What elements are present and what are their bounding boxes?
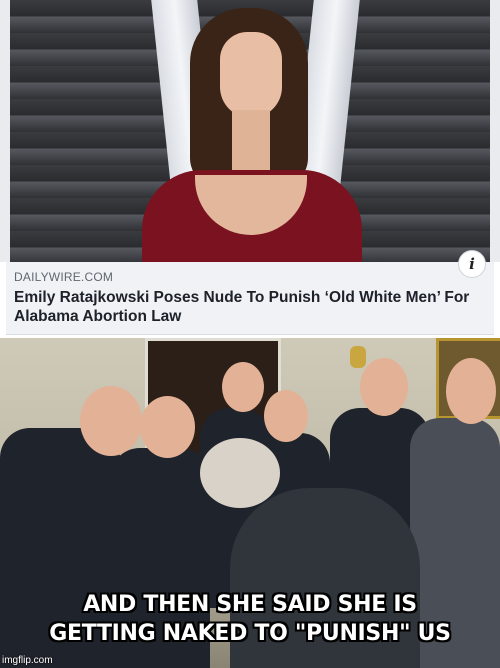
link-source-domain: DAILYWIRE.COM	[14, 270, 114, 284]
man-head	[446, 358, 496, 424]
man-head	[222, 362, 264, 412]
man-head	[360, 358, 408, 416]
meme-caption-line-2: GETTING NAKED TO "PUNISH" US	[49, 621, 451, 646]
imgflip-watermark: imgflip.com	[2, 655, 53, 666]
man-head	[264, 390, 308, 442]
meme-caption-line-1: AND THEN SHE SAID SHE IS	[83, 592, 417, 617]
man-head	[140, 396, 195, 458]
photo-border-left	[0, 0, 10, 262]
link-preview-card[interactable]: DAILYWIRE.COM Emily Ratajkowski Poses Nu…	[6, 262, 494, 335]
info-icon[interactable]: i	[458, 250, 486, 278]
meme-caption: AND THEN SHE SAID SHE IS GETTING NAKED T…	[20, 590, 480, 648]
wall-sconce	[350, 346, 366, 368]
photo-border-right	[490, 0, 500, 262]
man-head	[200, 438, 280, 508]
woman-face	[220, 32, 282, 118]
link-headline[interactable]: Emily Ratajkowski Poses Nude To Punish ‘…	[14, 288, 484, 326]
man-head	[80, 386, 142, 456]
article-photo[interactable]	[0, 0, 500, 262]
woman-neck	[232, 110, 270, 170]
